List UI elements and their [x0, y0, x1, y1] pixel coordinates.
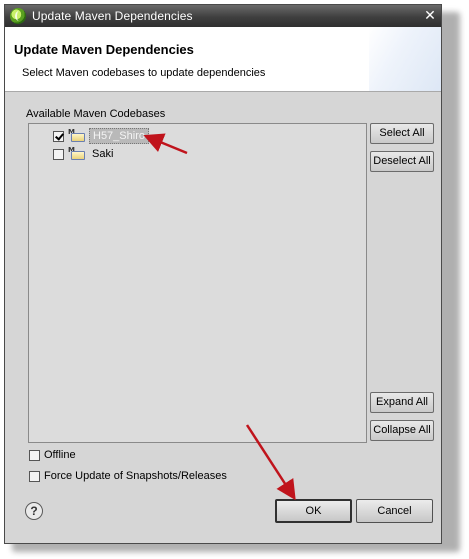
- header-banner-image: [369, 27, 441, 91]
- cancel-button[interactable]: Cancel: [356, 499, 433, 523]
- offline-option[interactable]: Offline: [29, 448, 76, 462]
- collapse-all-button[interactable]: Collapse All: [370, 420, 434, 441]
- title-bar[interactable]: Update Maven Dependencies ✕: [5, 5, 441, 27]
- offline-checkbox[interactable]: [29, 449, 40, 461]
- maven-project-folder-icon: M: [68, 128, 86, 143]
- maven-project-folder-icon: M: [68, 146, 86, 161]
- window-title: Update Maven Dependencies: [32, 9, 193, 23]
- expand-all-button[interactable]: Expand All: [370, 392, 434, 413]
- tree-item-saki[interactable]: M Saki: [53, 146, 116, 162]
- help-icon[interactable]: ?: [25, 502, 43, 520]
- codebases-tree[interactable]: M H57_Shiro M Saki: [28, 123, 367, 443]
- ok-button[interactable]: OK: [275, 499, 352, 523]
- codebases-group-label: Available Maven Codebases: [26, 108, 166, 120]
- tree-item-label[interactable]: H57_Shiro: [89, 128, 149, 144]
- select-all-button[interactable]: Select All: [370, 123, 434, 144]
- tree-item-label[interactable]: Saki: [89, 147, 116, 161]
- dialog-window: Update Maven Dependencies ✕ Update Maven…: [4, 4, 442, 544]
- tree-item-h57-shiro[interactable]: M H57_Shiro: [53, 128, 149, 144]
- header-title: Update Maven Dependencies: [14, 42, 194, 57]
- deselect-all-button[interactable]: Deselect All: [370, 151, 434, 172]
- close-icon[interactable]: ✕: [423, 9, 437, 23]
- h57-shiro-checkbox[interactable]: [53, 130, 64, 142]
- force-update-checkbox[interactable]: [29, 470, 40, 482]
- dialog-header: Update Maven Dependencies Select Maven c…: [5, 27, 441, 92]
- eclipse-app-icon: [10, 8, 26, 24]
- saki-checkbox[interactable]: [53, 148, 64, 160]
- offline-label: Offline: [44, 449, 76, 461]
- header-description: Select Maven codebases to update depende…: [22, 67, 266, 79]
- force-update-label: Force Update of Snapshots/Releases: [44, 470, 227, 482]
- force-update-option[interactable]: Force Update of Snapshots/Releases: [29, 469, 227, 483]
